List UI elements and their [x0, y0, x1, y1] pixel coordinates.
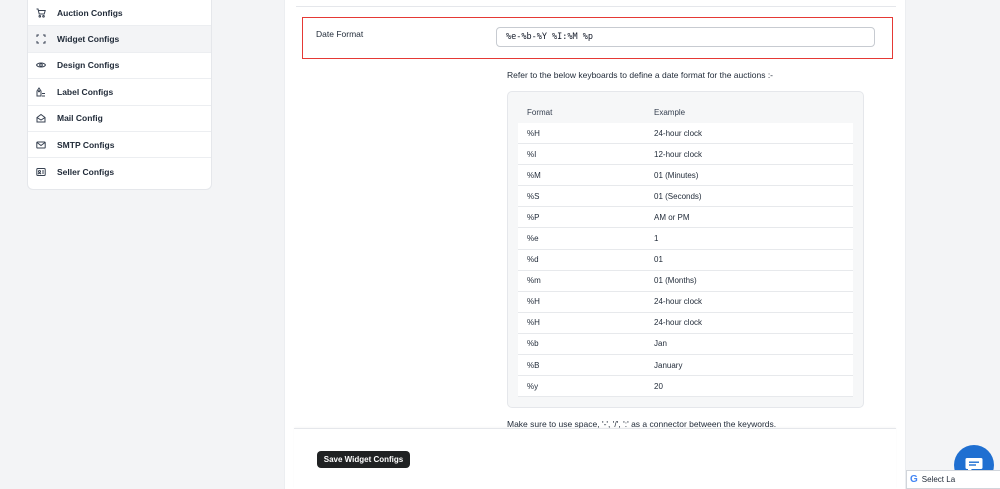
sidebar-item-seller-configs[interactable]: Seller Configs	[28, 158, 211, 184]
format-cell: %H	[527, 128, 540, 138]
table-row: %H 24-hour clock	[518, 291, 853, 313]
envelope-icon	[36, 140, 46, 150]
example-cell: January	[654, 360, 683, 370]
example-cell: 12-hour clock	[654, 149, 703, 159]
table-row: %M 01 (Minutes)	[518, 165, 853, 187]
label-icon	[36, 86, 46, 97]
sidebar-item-label-configs[interactable]: Label Configs	[28, 79, 211, 106]
example-cell: 1	[654, 234, 659, 244]
date-format-input[interactable]	[496, 27, 875, 47]
divider	[296, 6, 896, 7]
sidebar-item-label: Label Configs	[57, 86, 114, 97]
table-row: %P AM or PM	[518, 207, 853, 229]
example-cell: 24-hour clock	[654, 128, 703, 138]
sidebar-item-label: Auction Configs	[57, 7, 123, 18]
eye-icon	[36, 60, 46, 70]
example-cell: AM or PM	[654, 212, 690, 222]
format-cell: %d	[527, 255, 539, 265]
sidebar-item-widget-configs[interactable]: Widget Configs	[28, 26, 211, 53]
sidebar-item-label: Mail Config	[57, 113, 103, 124]
config-sidebar: Auction Configs Widget Configs Design Co…	[27, 0, 212, 190]
sidebar-item-mail-config[interactable]: Mail Config	[28, 106, 211, 132]
id-card-icon	[36, 167, 46, 177]
sidebar-item-smtp-configs[interactable]: SMTP Configs	[28, 132, 211, 159]
frame-icon	[36, 34, 46, 44]
format-cell: %B	[527, 360, 540, 370]
table-row: %B January	[518, 355, 853, 377]
example-cell: 24-hour clock	[654, 297, 703, 307]
example-cell: 20	[654, 381, 663, 391]
save-widget-configs-button[interactable]: Save Widget Configs	[317, 451, 410, 468]
date-format-help-text: Refer to the below keyboards to define a…	[507, 70, 774, 80]
mail-open-icon	[36, 113, 46, 123]
example-cell: 24-hour clock	[654, 318, 703, 328]
sidebar-item-design-configs[interactable]: Design Configs	[28, 53, 211, 80]
column-header-format: Format	[527, 107, 553, 117]
format-cell: %m	[527, 276, 541, 286]
format-cell: %I	[527, 149, 537, 159]
table-row: %b Jan	[518, 333, 853, 356]
table-header: Format Example	[518, 101, 853, 123]
column-header-example: Example	[654, 107, 686, 117]
language-selector-label: Select La	[921, 475, 956, 484]
example-cell: Jan	[654, 339, 667, 349]
sidebar-item-auction-configs[interactable]: Auction Configs	[28, 0, 211, 27]
example-cell: 01 (Seconds)	[654, 191, 702, 201]
format-cell: %H	[527, 318, 540, 328]
table-row: %y 20	[518, 376, 853, 398]
format-cell: %H	[527, 297, 540, 307]
example-cell: 01 (Minutes)	[654, 170, 699, 180]
format-cell: %P	[527, 212, 540, 222]
google-icon: G	[910, 474, 918, 485]
table-row: %H 24-hour clock	[518, 312, 853, 334]
table-row: %S 01 (Seconds)	[518, 186, 853, 208]
sidebar-item-label: Seller Configs	[57, 166, 115, 177]
sidebar-item-label: Design Configs	[57, 60, 120, 71]
cart-icon	[36, 8, 46, 18]
format-cell: %M	[527, 170, 541, 180]
table-row: %I 12-hour clock	[518, 144, 853, 166]
sidebar-item-label: Widget Configs	[57, 34, 120, 45]
language-selector[interactable]: G Select La	[906, 470, 1000, 489]
format-cell: %b	[527, 339, 539, 349]
format-cell: %S	[527, 191, 540, 201]
sidebar-item-label: SMTP Configs	[57, 139, 115, 150]
example-cell: 01	[654, 255, 663, 265]
table-row: %e 1	[518, 228, 853, 250]
date-format-field-row: Date Format	[302, 17, 893, 59]
table-row: %H 24-hour clock	[518, 123, 853, 145]
table-row: %d 01	[518, 249, 853, 271]
format-cell: %e	[527, 234, 539, 244]
example-cell: 01 (Months)	[654, 276, 697, 286]
date-format-reference-table: Format Example %H 24-hour clock %I 12-hour…	[507, 91, 864, 408]
table-row: %m 01 (Months)	[518, 270, 853, 292]
date-format-label: Date Format	[316, 29, 364, 39]
format-cell: %y	[527, 381, 539, 391]
